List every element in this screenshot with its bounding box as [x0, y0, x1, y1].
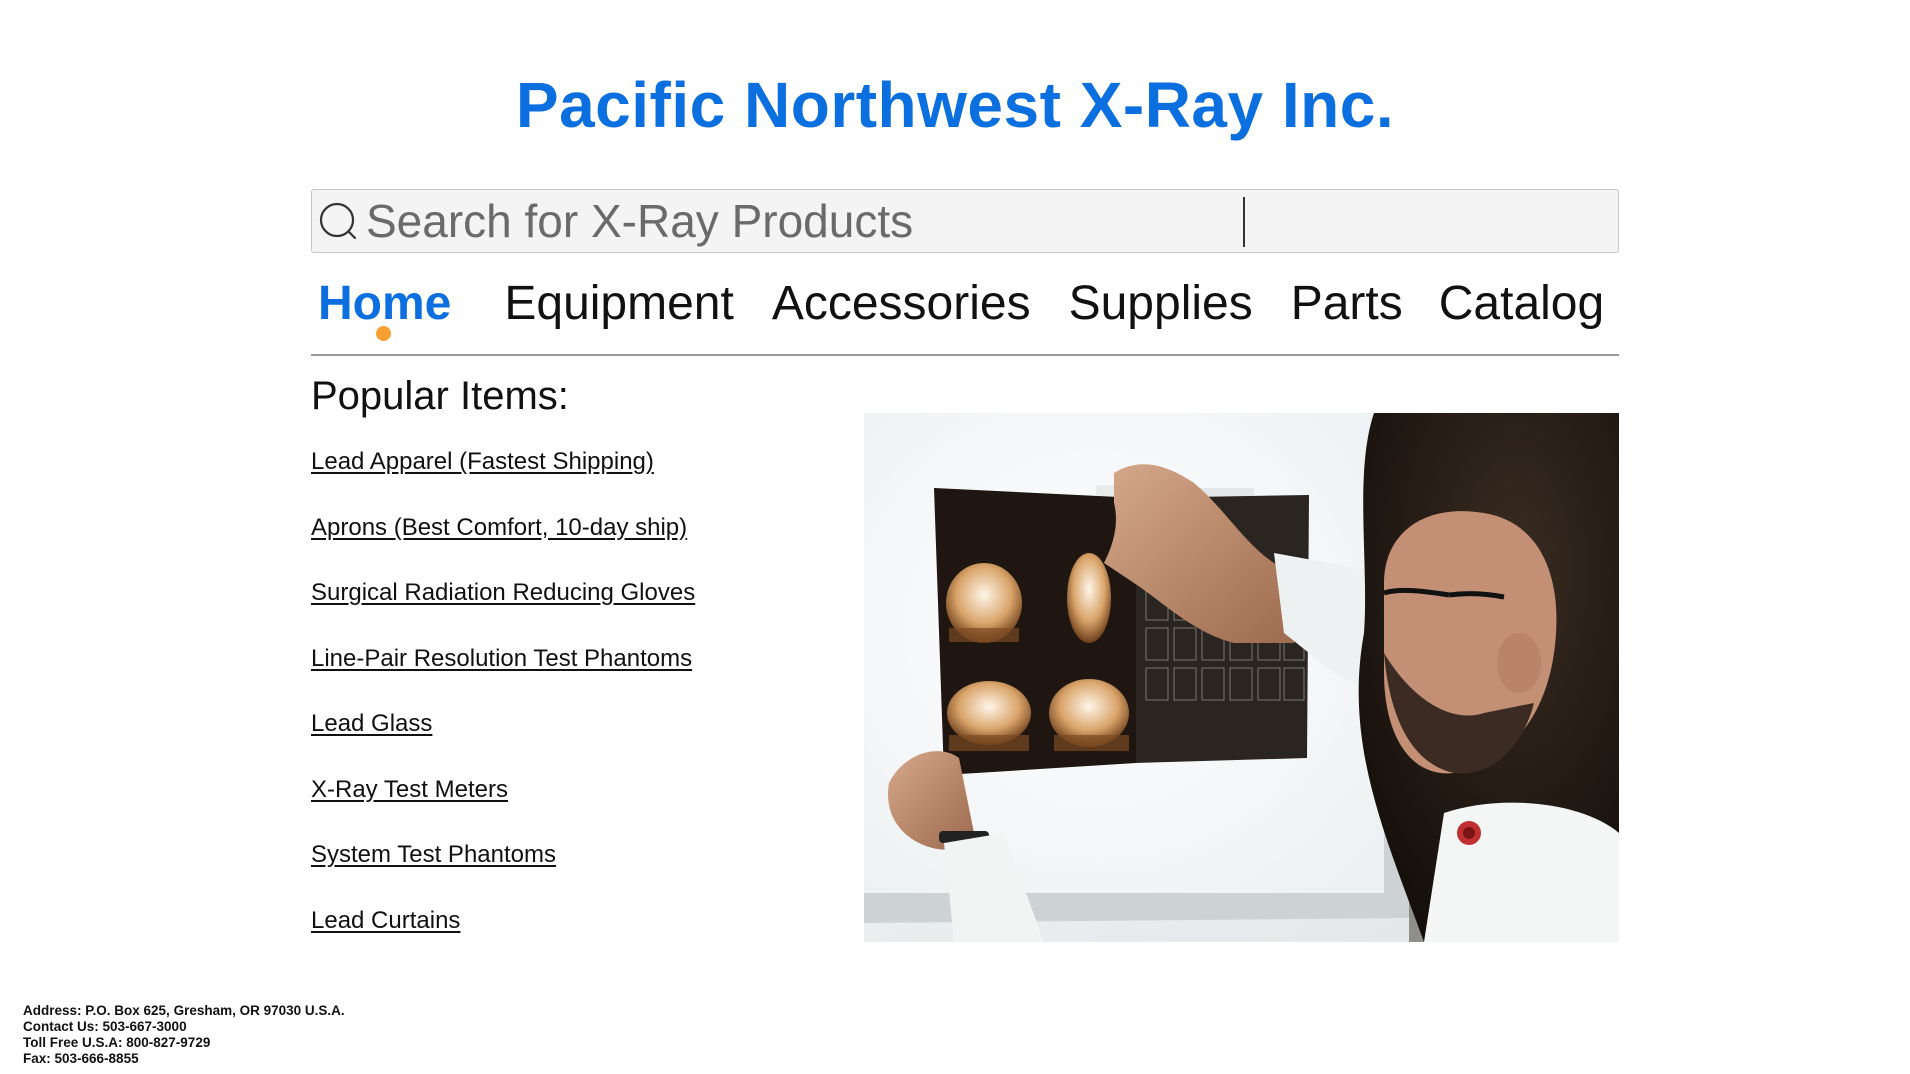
popular-item-link[interactable]: Surgical Radiation Reducing Gloves — [311, 579, 695, 606]
hero-image-dentist-xray — [864, 413, 1619, 942]
list-item: Aprons (Best Comfort, 10-day ship) — [311, 514, 695, 580]
search-input[interactable] — [364, 191, 1618, 251]
list-item: Lead Curtains — [311, 907, 695, 973]
popular-items-list: Lead Apparel (Fastest Shipping) Aprons (… — [311, 448, 695, 972]
nav-item-label: Home — [318, 277, 452, 330]
text-caret — [1243, 197, 1245, 247]
search-icon[interactable] — [312, 191, 364, 251]
popular-item-link[interactable]: Line-Pair Resolution Test Phantoms — [311, 645, 692, 672]
nav-item-label: Catalog — [1438, 277, 1605, 330]
nav-item-label: Parts — [1290, 277, 1403, 330]
popular-item-link[interactable]: Lead Apparel (Fastest Shipping) — [311, 448, 654, 475]
nav-item-label: Equipment — [504, 277, 734, 330]
nav-item-label: Supplies — [1068, 277, 1253, 330]
popular-item-link[interactable]: Aprons (Best Comfort, 10-day ship) — [311, 514, 687, 541]
nav-item-equipment[interactable]: Equipment — [504, 272, 733, 336]
list-item: Lead Apparel (Fastest Shipping) — [311, 448, 695, 514]
popular-item-link[interactable]: X-Ray Test Meters — [311, 776, 508, 803]
active-indicator-dot — [376, 326, 391, 341]
list-item: Surgical Radiation Reducing Gloves — [311, 579, 695, 645]
list-item: System Test Phantoms — [311, 841, 695, 907]
main-nav: Home Equipment Accessories Supplies Part… — [311, 272, 1619, 356]
nav-item-home[interactable]: Home — [318, 272, 452, 341]
list-item: Line-Pair Resolution Test Phantoms — [311, 645, 695, 711]
nav-item-parts[interactable]: Parts — [1291, 272, 1403, 336]
nav-item-accessories[interactable]: Accessories — [772, 272, 1031, 336]
popular-item-link[interactable]: System Test Phantoms — [311, 841, 556, 868]
nav-item-supplies[interactable]: Supplies — [1069, 272, 1253, 336]
footer-contact: Contact Us: 503-667-3000 — [23, 1019, 187, 1034]
site-title: Pacific Northwest X-Ray Inc. — [515, 69, 1395, 141]
nav-item-catalog[interactable]: Catalog — [1439, 272, 1604, 336]
page: Pacific Northwest X-Ray Inc. Home Equipm… — [0, 0, 1910, 1074]
footer-address: Address: P.O. Box 625, Gresham, OR 97030… — [23, 1003, 345, 1018]
list-item: Lead Glass — [311, 710, 695, 776]
footer-toll-free: Toll Free U.S.A: 800-827-9729 — [23, 1035, 211, 1050]
nav-item-label: Accessories — [771, 277, 1031, 330]
contact-footer: Address: P.O. Box 625, Gresham, OR 97030… — [23, 1003, 345, 1067]
popular-item-link[interactable]: Lead Curtains — [311, 907, 460, 934]
popular-items-heading: Popular Items: — [311, 374, 569, 418]
list-item: X-Ray Test Meters — [311, 776, 695, 842]
popular-item-link[interactable]: Lead Glass — [311, 710, 432, 737]
search-bar — [311, 189, 1619, 253]
footer-fax: Fax: 503-666-8855 — [23, 1051, 139, 1066]
